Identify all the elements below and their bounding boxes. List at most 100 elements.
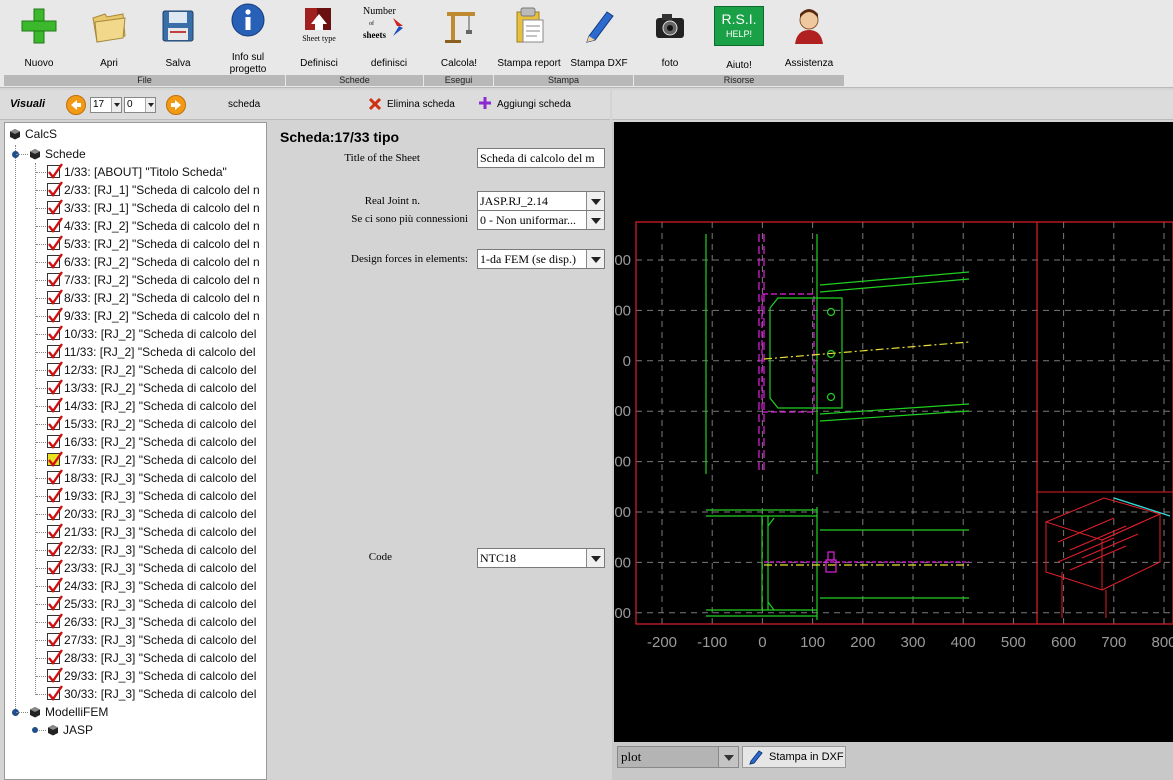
next-sheet-button[interactable] — [166, 95, 186, 115]
sheet-checkbox[interactable] — [47, 253, 63, 269]
tree-sheet-item[interactable]: 4/33: [RJ_2] "Scheda di calcolo del n — [47, 217, 260, 235]
tree-sheet-item[interactable]: 12/33: [RJ_2] "Scheda di calcolo del — [47, 361, 256, 379]
sheet-checkbox[interactable] — [47, 361, 63, 377]
tree-sheet-item[interactable]: 30/33: [RJ_3] "Scheda di calcolo del — [47, 685, 256, 703]
sheet-checkbox[interactable] — [47, 451, 63, 467]
sheet-number-spinner[interactable]: 17 — [90, 97, 122, 113]
info-button[interactable]: Info sul progetto — [218, 2, 278, 75]
sheet-checkbox[interactable] — [47, 667, 63, 683]
elimina-scheda-button[interactable]: Elimina scheda — [366, 96, 466, 114]
chevron-down-icon[interactable] — [586, 211, 604, 229]
chevron-down-icon[interactable] — [586, 192, 604, 210]
tree-sheet-item[interactable]: 3/33: [RJ_1] "Scheda di calcolo del n — [47, 199, 260, 217]
code-select[interactable]: NTC18 — [477, 548, 605, 568]
tree-sheet-item[interactable]: 20/33: [RJ_3] "Scheda di calcolo del — [47, 505, 256, 523]
tree-sheet-item[interactable]: 28/33: [RJ_3] "Scheda di calcolo del — [47, 649, 256, 667]
design-forces-select[interactable]: 1-da FEM (se disp.) — [477, 249, 605, 269]
tree-sheet-item[interactable]: 14/33: [RJ_2] "Scheda di calcolo del — [47, 397, 256, 415]
aggiungi-scheda-button[interactable]: Aggiungi scheda — [476, 96, 586, 114]
tree-sheet-item[interactable]: 10/33: [RJ_2] "Scheda di calcolo del — [47, 325, 256, 343]
sheet-checkbox[interactable] — [47, 577, 63, 593]
real-joint-select[interactable]: JASP.RJ_2.14 — [477, 191, 605, 211]
tree-sheet-item[interactable]: 26/33: [RJ_3] "Scheda di calcolo del — [47, 613, 256, 631]
sheet-checkbox[interactable] — [47, 343, 63, 359]
tree-sheet-item[interactable]: 8/33: [RJ_2] "Scheda di calcolo del n — [47, 289, 260, 307]
sheet-checkbox[interactable] — [47, 505, 63, 521]
sheet-tree[interactable]: CalcS Schede 1/33: [ABOUT] "Titolo Sched… — [4, 122, 267, 780]
definisci-button[interactable]: Sheet type Definisci — [289, 2, 349, 74]
sheet-checkbox[interactable] — [47, 433, 63, 449]
sheet-checkbox[interactable] — [47, 469, 63, 485]
tree-sheet-item[interactable]: 22/33: [RJ_3] "Scheda di calcolo del — [47, 541, 256, 559]
sheet-checkbox[interactable] — [47, 181, 63, 197]
stampa-report-button[interactable]: Stampa report — [497, 2, 561, 74]
tree-node-jasp[interactable]: JASP — [47, 721, 93, 739]
tree-sheet-item[interactable]: 25/33: [RJ_3] "Scheda di calcolo del — [47, 595, 256, 613]
sheet-checkbox[interactable] — [47, 307, 63, 323]
tree-sheet-item[interactable]: 17/33: [RJ_2] "Scheda di calcolo del — [47, 451, 256, 469]
tree-sheet-item[interactable]: 21/33: [RJ_3] "Scheda di calcolo del — [47, 523, 256, 541]
stampa-dxf-button[interactable]: Stampa DXF — [569, 2, 629, 74]
sheet-checkbox[interactable] — [47, 541, 63, 557]
connessioni-select[interactable]: 0 - Non uniformar... — [477, 210, 605, 230]
expander-icon[interactable] — [32, 727, 38, 733]
sheet-checkbox[interactable] — [47, 397, 63, 413]
tree-root[interactable]: CalcS — [9, 125, 57, 143]
tree-sheet-item[interactable]: 16/33: [RJ_2] "Scheda di calcolo del — [47, 433, 256, 451]
view-select[interactable]: plot — [617, 746, 739, 768]
chevron-down-icon[interactable] — [586, 250, 604, 268]
sheet-checkbox[interactable] — [47, 163, 63, 179]
previous-sheet-button[interactable] — [66, 95, 86, 115]
sheet-checkbox[interactable] — [47, 235, 63, 251]
sheet-checkbox[interactable] — [47, 487, 63, 503]
calcola-button[interactable]: Calcola! — [429, 2, 489, 74]
tree-sheet-item[interactable]: 18/33: [RJ_3] "Scheda di calcolo del — [47, 469, 256, 487]
sheet-checkbox[interactable] — [47, 415, 63, 431]
foto-button[interactable]: foto — [640, 2, 700, 74]
sheet-checkbox[interactable] — [47, 271, 63, 287]
tree-sheet-item[interactable]: 24/33: [RJ_3] "Scheda di calcolo del — [47, 577, 256, 595]
chevron-down-icon[interactable] — [586, 549, 604, 567]
tree-sheet-item[interactable]: 7/33: [RJ_2] "Scheda di calcolo del n — [47, 271, 260, 289]
sheet-checkbox[interactable] — [47, 289, 63, 305]
assistenza-button[interactable]: Assistenza — [779, 2, 839, 74]
tree-sheet-item[interactable]: 9/33: [RJ_2] "Scheda di calcolo del n — [47, 307, 260, 325]
sheet-checkbox[interactable] — [47, 559, 63, 575]
tree-sheet-item[interactable]: 27/33: [RJ_3] "Scheda di calcolo del — [47, 631, 256, 649]
tree-node-schede[interactable]: Schede — [29, 145, 86, 163]
sheet-checkbox[interactable] — [47, 649, 63, 665]
spinner-down-icon[interactable] — [145, 98, 155, 112]
tree-sheet-item[interactable]: 29/33: [RJ_3] "Scheda di calcolo del — [47, 667, 256, 685]
tree-sheet-item[interactable]: 15/33: [RJ_2] "Scheda di calcolo del — [47, 415, 256, 433]
tree-sheet-item[interactable]: 2/33: [RJ_1] "Scheda di calcolo del n — [47, 181, 260, 199]
sheet-checkbox[interactable] — [47, 523, 63, 539]
title-of-sheet-input[interactable]: Scheda di calcolo del m — [477, 148, 605, 168]
sheet-checkbox[interactable] — [47, 685, 63, 701]
nuovo-button[interactable]: Nuovo — [9, 2, 69, 74]
spinner-down-icon[interactable] — [111, 98, 121, 112]
tree-node-modellifem[interactable]: ModelliFEM — [29, 703, 108, 721]
salva-button[interactable]: Salva — [148, 2, 208, 74]
tree-sheet-item[interactable]: 13/33: [RJ_2] "Scheda di calcolo del — [47, 379, 256, 397]
sheet-checkbox[interactable] — [47, 217, 63, 233]
tree-sheet-item[interactable]: 1/33: [ABOUT] "Titolo Scheda" — [47, 163, 227, 181]
sheet-checkbox[interactable] — [47, 613, 63, 629]
sheet-checkbox[interactable] — [47, 631, 63, 647]
tree-sheet-item[interactable]: 6/33: [RJ_2] "Scheda di calcolo del n — [47, 253, 260, 271]
sheet-checkbox[interactable] — [47, 379, 63, 395]
sheet-checkbox[interactable] — [47, 325, 63, 341]
stampa-in-dxf-button[interactable]: Stampa in DXF — [742, 746, 846, 768]
aiuto-button[interactable]: R.S.I. HELP! Aiuto! — [709, 2, 769, 74]
tree-sheet-item[interactable]: 5/33: [RJ_2] "Scheda di calcolo del n — [47, 235, 260, 253]
apri-button[interactable]: Apri — [79, 2, 139, 74]
sheet-sub-spinner[interactable]: 0 — [124, 97, 156, 113]
cad-drawing-canvas[interactable]: -200 -100 0 100 200 300 400 500 600 700 800 000000… — [614, 122, 1173, 742]
arrow-left-icon — [71, 100, 81, 110]
sheet-checkbox[interactable] — [47, 595, 63, 611]
tree-sheet-item[interactable]: 19/33: [RJ_3] "Scheda di calcolo del — [47, 487, 256, 505]
definisci-sheets-button[interactable]: Number of sheets definisci — [359, 2, 419, 74]
sheet-checkbox[interactable] — [47, 199, 63, 215]
chevron-down-icon[interactable] — [718, 747, 738, 767]
tree-sheet-item[interactable]: 23/33: [RJ_3] "Scheda di calcolo del — [47, 559, 256, 577]
tree-sheet-item[interactable]: 11/33: [RJ_2] "Scheda di calcolo del — [47, 343, 256, 361]
